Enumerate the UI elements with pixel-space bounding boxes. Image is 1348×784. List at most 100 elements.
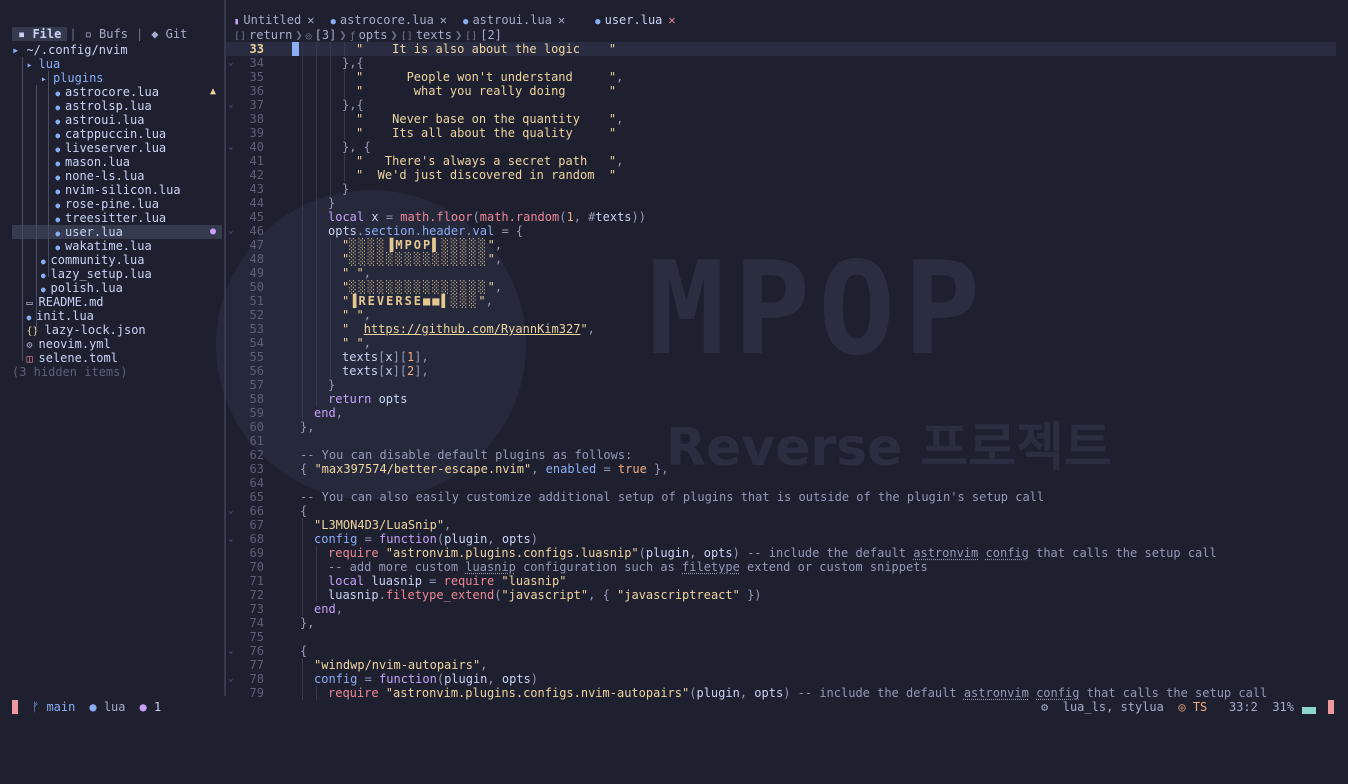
tree-root[interactable]: ▸ ~/.config/nvim [12,43,222,57]
breadcrumb-item[interactable]: ◎ [3] [306,28,337,42]
tree-item[interactable]: ● astrocore.lua ▲ [12,85,222,99]
indent-guide [330,84,331,98]
code-line[interactable]: 73 end, [226,602,1336,616]
code-line[interactable]: 41 " There's always a secret path ", [226,154,1336,168]
code-line[interactable]: 75 [226,630,1336,644]
code-line[interactable]: ⌄ 37},{ [226,98,1336,112]
code-line[interactable]: 67 "L3MON4D3/LuaSnip", [226,518,1336,532]
code-line[interactable]: 69 require "astronvim.plugins.configs.lua… [226,546,1336,560]
code-line[interactable]: 39 " Its all about the quality " [226,126,1336,140]
code-line[interactable]: ⌄ 78 config = function(plugin, opts) [226,672,1336,686]
tree-item[interactable]: ▸ plugins [12,71,222,85]
tree-item[interactable]: ● none-ls.lua [12,169,222,183]
code-line[interactable]: 59 end, [226,406,1336,420]
code-line[interactable]: 38 " Never base on the quantity ", [226,112,1336,126]
code-line[interactable]: ⌄ 46 opts.section.header.val = { [226,224,1336,238]
diagnostic-hint-count[interactable]: 1 [154,700,161,714]
tree-item[interactable]: ● astrolsp.lua [12,99,222,113]
tree-item[interactable]: ● treesitter.lua [12,211,222,225]
buffer-tab[interactable]: ● astroui.lua ✕ [455,13,573,28]
tree-item[interactable]: ● astroui.lua [12,113,222,127]
buffer-tab[interactable]: ▮ Untitled ✕ [226,13,322,28]
tree-item[interactable]: ● mason.lua [12,155,222,169]
code-line[interactable]: 74}, [226,616,1336,630]
lsp-clients[interactable]: lua_ls, stylua [1063,700,1164,714]
indent-guide [302,238,303,252]
git-branch[interactable]: main [46,700,75,714]
code-line[interactable]: 64 [226,476,1336,490]
code-line[interactable]: 53 " https://github.com/RyannKim327", [226,322,1336,336]
code-line[interactable]: 52 " ", [226,308,1336,322]
code-line[interactable]: ⌄ 76{ [226,644,1336,658]
code-text: require "astronvim.plugins.configs.luasn… [328,546,1217,560]
tree-item[interactable]: {} lazy-lock.json [12,323,222,337]
code-line[interactable]: 65 -- You can also easily customize addit… [226,490,1336,504]
code-line[interactable]: 70 -- add more custom luasnip configurati… [226,560,1336,574]
code-line[interactable]: 72 luasnip.filetype_extend("javascript", … [226,588,1336,602]
code-line[interactable]: 33 " It is also about the logic " [226,42,1336,56]
tree-item[interactable]: ● polish.lua [12,281,222,295]
code-editor[interactable]: 33 " It is also about the logic " ⌄ 34},{35… [226,42,1348,700]
tree-item[interactable]: ▭ README.md [12,295,222,309]
buffer-tab[interactable]: ● astrocore.lua ✕ [322,13,455,28]
code-line[interactable]: 44} [226,196,1336,210]
code-line[interactable]: 79 require "astronvim.plugins.configs.nvi… [226,686,1336,700]
keyword-token: local [328,210,372,224]
code-line[interactable]: 49 " ", [226,266,1336,280]
code-line[interactable]: 62 -- You can disable default plugins as … [226,448,1336,462]
code-line[interactable]: 45 local x = math.floor(math.random(1, #t… [226,210,1336,224]
code-line[interactable]: ⌄ 66{ [226,504,1336,518]
code-line[interactable]: 54 " ", [226,336,1336,350]
tree-item[interactable]: ● wakatime.lua [12,239,222,253]
code-line[interactable]: ⌄ 40}, { [226,140,1336,154]
code-line[interactable]: 43} [226,182,1336,196]
code-line[interactable]: 55 texts[x][1], [226,350,1336,364]
code-line[interactable]: 57} [226,378,1336,392]
code-line[interactable]: ⌄ 34},{ [226,56,1336,70]
code-line[interactable]: 47 "░░░░▐MPOP▌░░░░░", [226,238,1336,252]
keyword-token: function [379,672,437,686]
code-line[interactable]: 50 "░░░░░░░░░░░░░░░", [226,280,1336,294]
tree-item[interactable]: ● init.lua [12,309,222,323]
code-line[interactable]: 71 local luasnip = require "luasnip" [226,574,1336,588]
breadcrumb-item[interactable]: ƒ opts [350,28,388,42]
punctuation-token: . [465,224,473,238]
code-line[interactable]: 42 " We'd just discovered in random " [226,168,1336,182]
breadcrumb-item[interactable]: [] return [234,28,292,42]
close-icon[interactable]: ✕ [440,13,447,27]
tree-item[interactable]: ● user.lua ● [12,225,222,239]
tree-item[interactable]: ● community.lua [12,253,222,267]
code-line[interactable]: 36 " what you really doing " [226,84,1336,98]
tree-item[interactable]: ● rose-pine.lua [12,197,222,211]
tree-item[interactable]: ▸ lua [12,57,222,71]
code-line[interactable]: 63 { "max397574/better-escape.nvim", enab… [226,462,1336,476]
code-line[interactable]: 48 "░░░░░░░░░░░░░░░", [226,252,1336,266]
close-icon[interactable]: ✕ [668,13,675,27]
buffer-tab[interactable]: ● user.lua ✕ [587,13,683,28]
code-line[interactable]: 35 " People won't understand ", [226,70,1336,84]
code-line[interactable]: 77 "windwp/nvim-autopairs", [226,658,1336,672]
code-line[interactable]: 51 "▐REVERSE■■▌░░░", [226,294,1336,308]
comment-token [1029,686,1036,700]
function-token: require [328,686,386,700]
code-line[interactable]: ⌄ 68 config = function(plugin, opts) [226,532,1336,546]
tree-item[interactable]: ⚙ neovim.yml [12,337,222,351]
code-line[interactable]: 60}, [226,420,1336,434]
breadcrumb-item[interactable]: [] texts [401,28,452,42]
tree-item[interactable]: ● lazy_setup.lua [12,267,222,281]
code-line[interactable]: 61 [226,434,1336,448]
close-icon[interactable]: ✕ [558,13,565,27]
tree-item[interactable]: ● nvim-silicon.lua [12,183,222,197]
tree-item[interactable]: ● liveserver.lua [12,141,222,155]
code-line[interactable]: 58 return opts [226,392,1336,406]
hidden-items-note[interactable]: (3 hidden items) [12,365,222,379]
tree-item[interactable]: ● catppuccin.lua [12,127,222,141]
close-icon[interactable]: ✕ [307,13,314,27]
tree-item[interactable]: ◫ selene.toml [12,351,222,365]
line-number: 42 [249,168,264,182]
code-line[interactable]: 56 texts[x][2], [226,364,1336,378]
breadcrumb-item[interactable]: [] [2] [465,28,502,42]
link[interactable]: https://github.com/RyannKim327 [364,322,581,336]
